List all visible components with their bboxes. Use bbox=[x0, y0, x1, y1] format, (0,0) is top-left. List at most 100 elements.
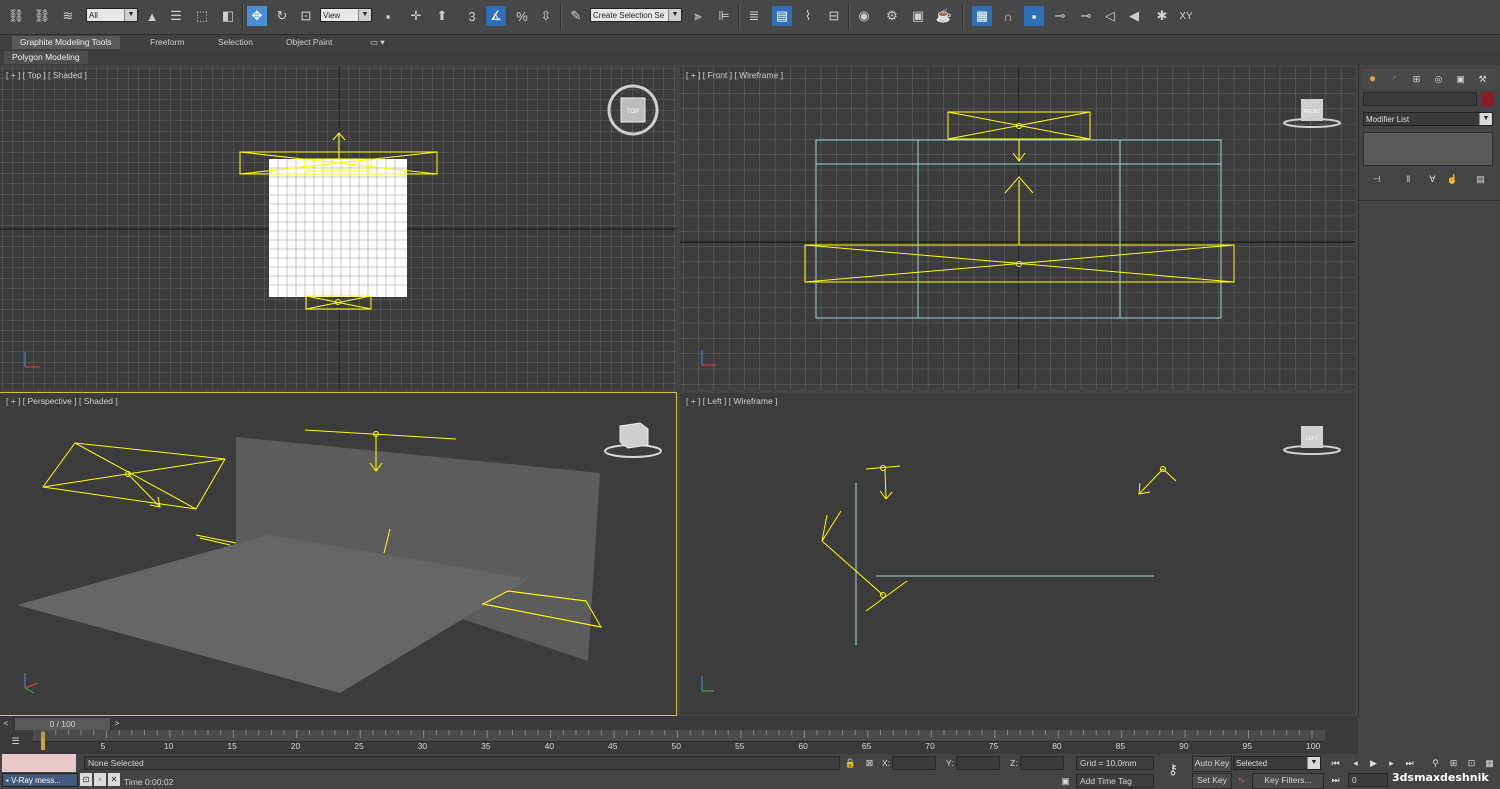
close-window-icon[interactable]: ✕ bbox=[108, 773, 120, 786]
scene-explorer-icon[interactable]: ▤ bbox=[772, 6, 792, 26]
lock-selection-icon[interactable]: 🔒 bbox=[843, 756, 858, 770]
snaps-toggle-icon[interactable]: 3 bbox=[462, 6, 482, 26]
viewport-top[interactable]: TOP [ + ] [ Top ] [ Shaded ] bbox=[0, 67, 676, 389]
window-crossing-icon[interactable]: ◧ bbox=[218, 6, 238, 26]
edge-snap-icon[interactable]: ◁ bbox=[1100, 6, 1120, 26]
viewport-front[interactable]: FRONT [ + ] [ Front ] [ Wireframe ] bbox=[680, 67, 1355, 389]
set-key-button[interactable]: Set Key bbox=[1192, 773, 1232, 789]
configure-modifier-sets-icon[interactable]: ▤ bbox=[1473, 172, 1488, 186]
select-and-rotate-icon[interactable]: ↻ bbox=[272, 6, 292, 26]
zoom-all-icon[interactable]: ⊞ bbox=[1446, 756, 1461, 770]
select-manipulate-icon[interactable]: ✛ bbox=[406, 6, 426, 26]
utilities-tab-icon[interactable]: ⚒ bbox=[1475, 72, 1490, 86]
zoom-icon[interactable]: ⚲ bbox=[1428, 756, 1443, 770]
reference-coordinate-dropdown[interactable]: View ▼ bbox=[320, 8, 372, 22]
face-snap-icon[interactable]: ◀ bbox=[1124, 6, 1144, 26]
restore-window-icon[interactable]: ⊡ bbox=[80, 773, 92, 786]
select-and-scale-icon[interactable]: ⊡ bbox=[296, 6, 316, 26]
previous-frame-icon[interactable]: ◂ bbox=[1348, 756, 1363, 770]
select-by-name-icon[interactable]: ☰ bbox=[166, 6, 186, 26]
rectangular-selection-icon[interactable]: ⬚ bbox=[192, 6, 212, 26]
modifier-list-dropdown[interactable]: Modifier List ▼ bbox=[1363, 112, 1493, 126]
create-tab-icon[interactable]: ✹ bbox=[1365, 72, 1380, 86]
left-viewport-label[interactable]: [ + ] [ Left ] [ Wireframe ] bbox=[686, 396, 777, 406]
slider-prev-arrow-icon[interactable]: < bbox=[0, 717, 12, 729]
show-end-result-icon[interactable]: ‖ bbox=[1401, 172, 1416, 186]
material-editor-icon[interactable]: ◉ bbox=[854, 6, 874, 26]
pivot-snap-icon[interactable]: ✱ bbox=[1152, 6, 1172, 26]
pin-stack-icon[interactable]: ⊣ bbox=[1369, 172, 1384, 186]
maxscript-listener-field[interactable] bbox=[2, 754, 76, 772]
render-production-icon[interactable]: ☕ bbox=[934, 6, 954, 26]
y-coordinate-field[interactable] bbox=[956, 756, 1000, 770]
magnet-snap-icon[interactable]: ∩ bbox=[998, 6, 1018, 26]
make-unique-icon[interactable]: ∀ bbox=[1425, 172, 1440, 186]
selection-filter-dropdown[interactable]: All ▼ bbox=[86, 8, 138, 22]
curve-editor-icon[interactable]: ⌇ bbox=[798, 6, 818, 26]
time-slider[interactable]: < 0 / 100 > bbox=[0, 716, 1358, 731]
motion-tab-icon[interactable]: ◎ bbox=[1431, 72, 1446, 86]
time-slider-thumb[interactable]: 0 / 100 bbox=[14, 717, 111, 731]
angle-snap-icon[interactable]: ∡ bbox=[486, 6, 506, 26]
bind-space-warp-icon[interactable]: ≋ bbox=[58, 6, 78, 26]
render-setup-icon[interactable]: ⚙ bbox=[882, 6, 902, 26]
slider-next-arrow-icon[interactable]: > bbox=[111, 717, 123, 729]
grid-snap-icon[interactable]: ▦ bbox=[972, 6, 992, 26]
unlink-selection-icon[interactable]: ⛓ bbox=[32, 6, 52, 26]
go-to-start-icon[interactable]: ⏮ bbox=[1328, 756, 1343, 770]
next-frame-icon[interactable]: ▸ bbox=[1384, 756, 1399, 770]
tab-graphite-modeling-tools[interactable]: Graphite Modeling Tools bbox=[12, 36, 120, 49]
play-icon[interactable]: ▶ bbox=[1366, 756, 1381, 770]
zoom-extents-all-icon[interactable]: ▦ bbox=[1482, 756, 1497, 770]
select-and-move-icon[interactable]: ✥ bbox=[247, 6, 267, 26]
key-mode-toggle-icon[interactable]: ⏭ bbox=[1328, 773, 1343, 787]
x-coordinate-field[interactable] bbox=[892, 756, 936, 770]
schematic-view-icon[interactable]: ⊟ bbox=[824, 6, 844, 26]
perspective-viewcube[interactable] bbox=[604, 422, 662, 458]
go-to-end-icon[interactable]: ⏭ bbox=[1402, 756, 1417, 770]
align-icon[interactable]: ⊫ bbox=[714, 6, 734, 26]
midpoint-snap-icon[interactable]: ⊸ bbox=[1076, 6, 1096, 26]
modifier-stack[interactable] bbox=[1363, 132, 1493, 166]
modify-tab-icon[interactable]: ◜ bbox=[1387, 72, 1402, 86]
time-tag-icon[interactable]: ▣ bbox=[1058, 774, 1073, 788]
key-tangent-icon[interactable]: ∿ bbox=[1234, 773, 1249, 787]
viewport-left[interactable]: LEFT [ + ] [ Left ] [ Wireframe ] bbox=[680, 393, 1355, 715]
tab-object-paint[interactable]: Object Paint bbox=[278, 36, 340, 49]
subtab-polygon-modeling[interactable]: Polygon Modeling bbox=[4, 51, 88, 64]
xy-axis-constraint-icon[interactable]: XY bbox=[1176, 6, 1196, 26]
layer-manager-icon[interactable]: ≣ bbox=[744, 6, 764, 26]
ribbon-options-icon[interactable]: ▭ ▾ bbox=[362, 36, 393, 49]
track-bar[interactable]: ☰ 5 10 15 20 25 30 35 40 45 50 55 60 65 70 75 80 85 90 95 1… bbox=[0, 730, 1358, 754]
key-mode-selection-dropdown[interactable]: Selected ▼ bbox=[1233, 756, 1321, 770]
perspective-viewport-label[interactable]: [ + ] [ Perspective ] [ Shaded ] bbox=[6, 396, 118, 406]
absolute-mode-icon[interactable]: ⊠ bbox=[862, 756, 877, 770]
object-name-field[interactable] bbox=[1363, 92, 1477, 106]
spinner-snap-icon[interactable]: ⇳ bbox=[536, 6, 556, 26]
vray-message-taskbar-button[interactable]: ▪ V-Ray mess... bbox=[2, 773, 78, 787]
left-viewcube[interactable]: LEFT bbox=[1283, 426, 1341, 455]
endpoint-snap-icon[interactable]: ⊸ bbox=[1050, 6, 1070, 26]
zoom-extents-icon[interactable]: ⊡ bbox=[1464, 756, 1479, 770]
rendered-frame-window-icon[interactable]: ▣ bbox=[908, 6, 928, 26]
front-viewport-label[interactable]: [ + ] [ Front ] [ Wireframe ] bbox=[686, 70, 783, 80]
display-tab-icon[interactable]: ▣ bbox=[1453, 72, 1468, 86]
keyboard-shortcut-override-icon[interactable]: ⬆ bbox=[432, 6, 452, 26]
named-selection-set-dropdown[interactable]: Create Selection Se ▼ bbox=[590, 8, 682, 22]
edit-named-selection-icon[interactable]: ✎ bbox=[566, 6, 586, 26]
remove-modifier-icon[interactable]: ☝ bbox=[1445, 172, 1460, 186]
percent-snap-icon[interactable]: % bbox=[512, 6, 532, 26]
z-coordinate-field[interactable] bbox=[1020, 756, 1064, 770]
tab-freeform[interactable]: Freeform bbox=[142, 36, 192, 49]
hierarchy-tab-icon[interactable]: ⊞ bbox=[1409, 72, 1424, 86]
viewport-perspective[interactable]: [ + ] [ Perspective ] [ Shaded ] bbox=[0, 392, 677, 716]
current-frame-field[interactable]: 0 bbox=[1348, 773, 1388, 787]
add-time-tag-field[interactable]: Add Time Tag bbox=[1076, 774, 1154, 788]
pivot-center-icon[interactable]: ▪ bbox=[378, 6, 398, 26]
tab-selection[interactable]: Selection bbox=[210, 36, 261, 49]
mirror-icon[interactable]: ⫸ bbox=[688, 6, 708, 26]
auto-key-button[interactable]: Auto Key bbox=[1192, 756, 1232, 772]
select-object-icon[interactable]: ▲ bbox=[142, 6, 162, 26]
top-viewport-label[interactable]: [ + ] [ Top ] [ Shaded ] bbox=[6, 70, 87, 80]
key-mode-icon[interactable]: ⚷ bbox=[1162, 761, 1184, 777]
